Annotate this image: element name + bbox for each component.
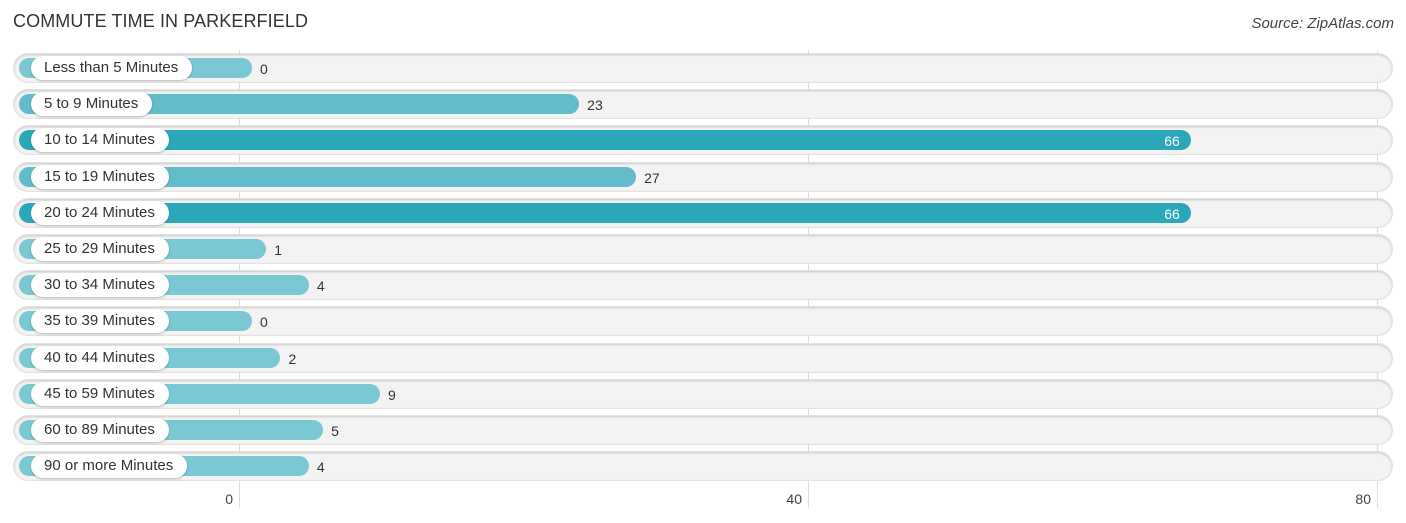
source-label: Source: ZipAtlas.com <box>1251 15 1394 32</box>
value-label: 27 <box>644 170 660 186</box>
category-label: 45 to 59 Minutes <box>31 382 169 406</box>
bar-row: 40 to 44 Minutes 2 <box>13 343 1393 373</box>
bar-row: 30 to 34 Minutes 4 <box>13 270 1393 300</box>
bar-row: 60 to 89 Minutes 5 <box>13 415 1393 445</box>
bar-row: 10 to 14 Minutes 66 <box>13 125 1393 155</box>
category-label: 10 to 14 Minutes <box>31 128 169 152</box>
category-label: 5 to 9 Minutes <box>31 92 153 116</box>
category-label: 90 or more Minutes <box>31 454 188 478</box>
bar-row: 15 to 19 Minutes 27 <box>13 162 1393 192</box>
value-label: 66 <box>1164 133 1180 149</box>
value-label: 4 <box>316 278 325 294</box>
bar-row: 25 to 29 Minutes 1 <box>13 234 1393 264</box>
category-label: 25 to 29 Minutes <box>31 237 169 261</box>
category-label: 40 to 44 Minutes <box>31 346 169 370</box>
value-label: 0 <box>260 314 268 330</box>
category-label: Less than 5 Minutes <box>31 56 193 80</box>
chart-title: COMMUTE TIME IN PARKERFIELD <box>13 11 309 31</box>
bar-row: 20 to 24 Minutes 66 <box>13 198 1393 228</box>
category-label: 35 to 39 Minutes <box>31 309 169 333</box>
category-label: 60 to 89 Minutes <box>31 418 169 442</box>
category-label: 20 to 24 Minutes <box>31 201 169 225</box>
value-label: 9 <box>388 387 396 403</box>
x-tick-label: 80 <box>1355 491 1371 507</box>
bar-row: 45 to 59 Minutes 9 <box>13 379 1393 409</box>
bar-row: 90 or more Minutes 4 <box>13 451 1393 481</box>
value-label: 0 <box>260 61 268 77</box>
value-label: 23 <box>587 97 603 113</box>
category-label: 15 to 19 Minutes <box>31 165 169 189</box>
bar-row: 5 to 9 Minutes 23 <box>13 89 1393 119</box>
value-label: 1 <box>274 242 283 258</box>
value-label: 5 <box>331 423 339 439</box>
bar <box>19 203 1191 223</box>
value-label: 2 <box>288 351 297 367</box>
value-label: 4 <box>316 459 325 475</box>
bar-row: Less than 5 Minutes 0 <box>13 53 1393 83</box>
bar-row: 35 to 39 Minutes 0 <box>13 306 1393 336</box>
value-label: 66 <box>1164 206 1180 222</box>
bar <box>19 130 1191 150</box>
x-tick-label: 0 <box>225 491 233 507</box>
x-tick-label: 40 <box>786 491 802 507</box>
category-label: 30 to 34 Minutes <box>31 273 169 297</box>
